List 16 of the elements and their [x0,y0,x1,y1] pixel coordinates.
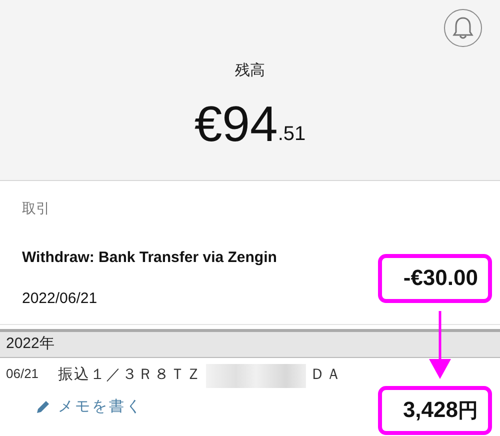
write-memo-link[interactable]: メモを書く [36,396,143,418]
balance-cents: .51 [278,122,306,146]
statement-description: ＤＡ [310,365,342,386]
balance-label: 残高 [235,61,265,81]
transaction-title: Withdraw: Bank Transfer via Zengin [22,248,277,268]
statement-description: 振込１／３Ｒ８ＴＺ [58,365,202,386]
transaction-amount: -€30.00 [378,254,492,303]
balance-amount: €94 [194,98,278,148]
bell-icon [452,16,474,40]
section-label: 取引 [21,199,51,218]
statement-amount: 3,428円 [378,386,492,434]
statement-date: 06/21 [6,364,40,382]
notification-bell-button[interactable] [444,9,482,47]
transaction-date: 2022/06/21 [22,288,98,308]
pencil-icon [36,400,50,414]
year-header: 2022年 [0,329,500,358]
